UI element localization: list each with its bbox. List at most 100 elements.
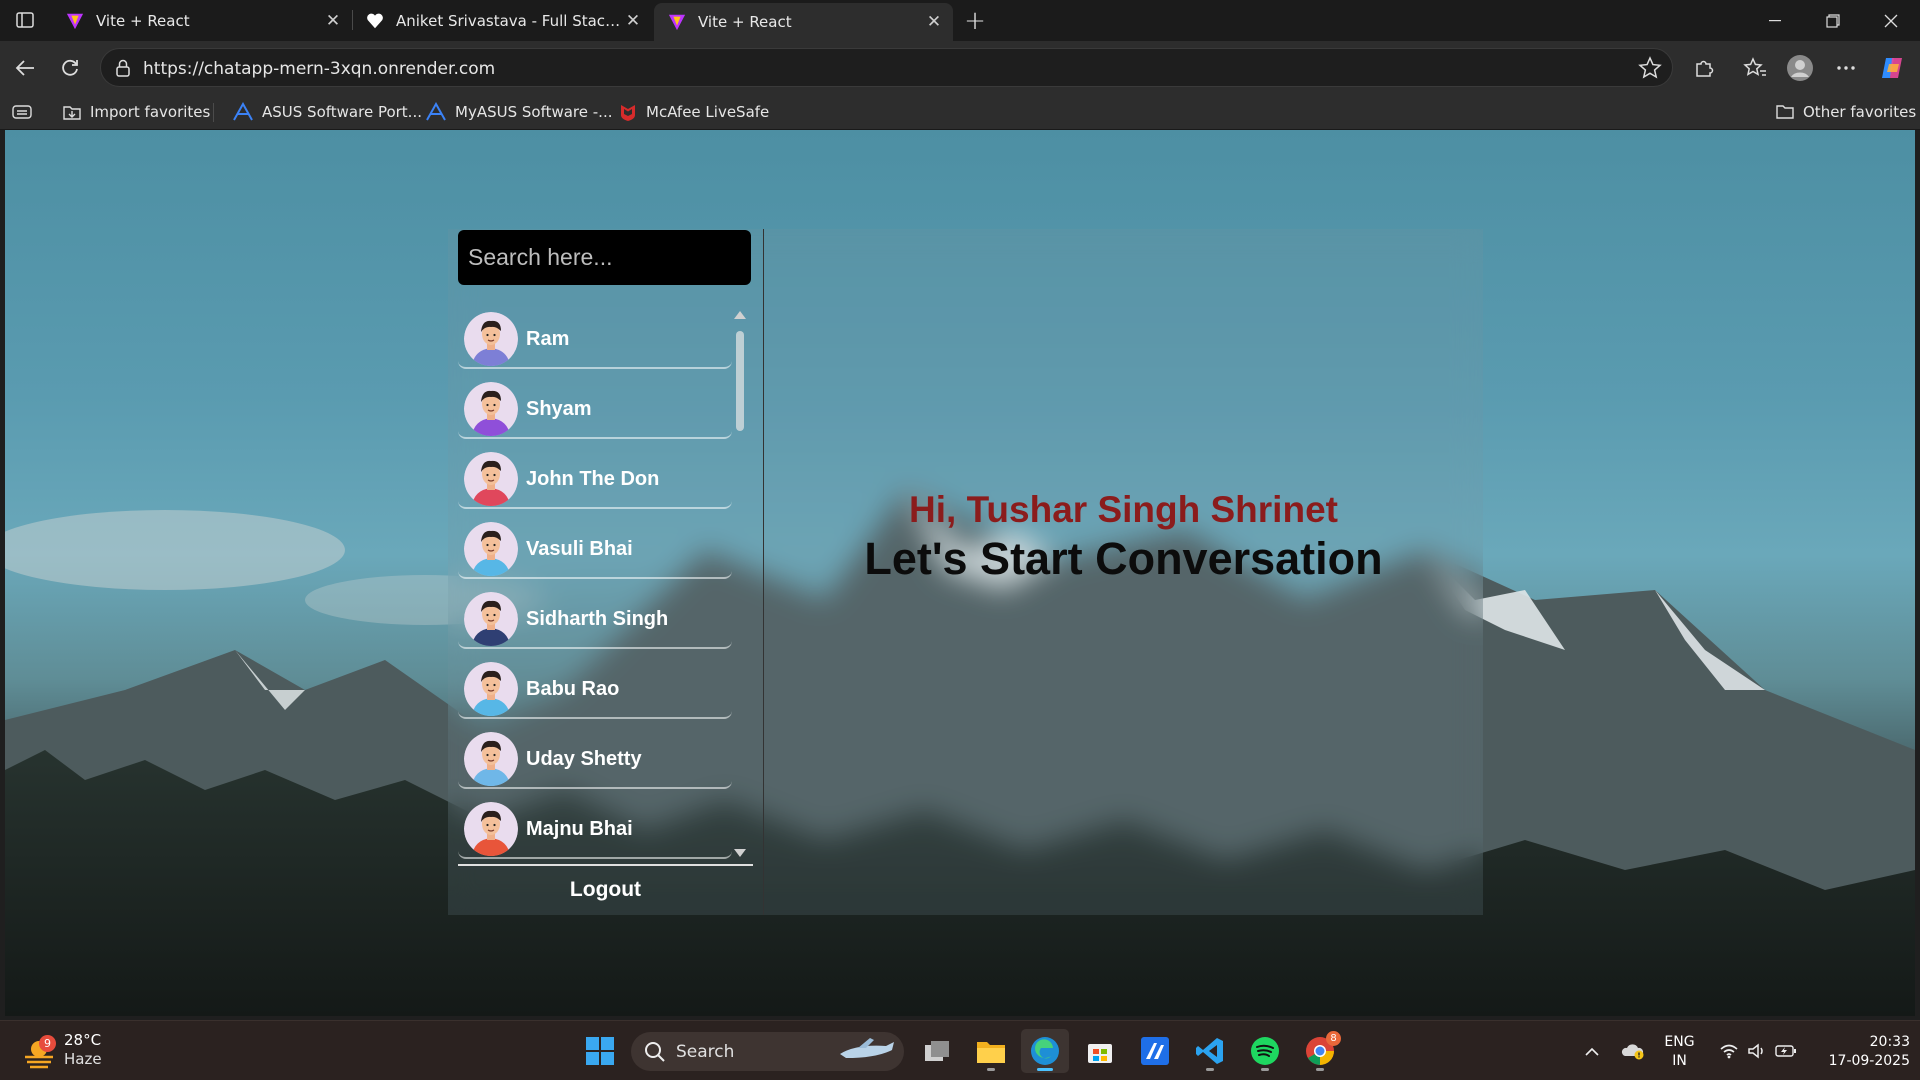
fav-label: ASUS Software Port...	[262, 103, 422, 121]
task-view-button[interactable]	[913, 1029, 961, 1073]
fav-asus-software-portal[interactable]: ASUS Software Port...	[232, 94, 422, 130]
asus-icon	[233, 102, 253, 121]
tab-actions-icon[interactable]	[12, 8, 38, 32]
favorite-star-icon[interactable]	[1638, 56, 1662, 80]
running-indicator	[1206, 1068, 1214, 1071]
import-icon	[63, 106, 81, 120]
windows-taskbar: 9 28°C Haze Search 8 ENG IN 20:33 17-09-…	[0, 1020, 1920, 1080]
back-button[interactable]	[8, 51, 42, 85]
search-highlight-airplane-icon	[840, 1038, 894, 1058]
tab-vite-react-active[interactable]: Vite + React ✕	[654, 3, 953, 41]
more-options-icon[interactable]	[1829, 51, 1863, 85]
contact-name: Majnu Bhai	[526, 817, 633, 840]
start-button[interactable]	[576, 1029, 624, 1073]
vite-icon	[66, 13, 84, 29]
taskbar-vscode[interactable]	[1186, 1029, 1234, 1073]
taskbar-chrome[interactable]: 8	[1296, 1029, 1344, 1073]
running-indicator	[987, 1068, 995, 1071]
tab-title: Vite + React	[96, 11, 190, 30]
refresh-button[interactable]	[53, 51, 87, 85]
contact-item-uday-shetty[interactable]: Uday Shetty	[458, 731, 732, 789]
asus-icon	[426, 102, 446, 121]
close-tab-icon[interactable]: ✕	[624, 11, 642, 31]
taskbar-myasus[interactable]	[1131, 1029, 1179, 1073]
running-indicator	[1316, 1068, 1324, 1071]
search-field[interactable]	[458, 230, 751, 285]
spotify-icon	[1251, 1037, 1279, 1065]
system-clock[interactable]: 20:33 17-09-2025	[1810, 1033, 1910, 1071]
new-tab-button[interactable]: +	[960, 6, 990, 36]
avatar	[464, 732, 518, 786]
favorites-divider	[213, 103, 214, 122]
search-input[interactable]	[468, 244, 741, 271]
fav-mcafee-livesafe[interactable]: McAfee LiveSafe	[618, 94, 769, 130]
contact-name: Uday Shetty	[526, 747, 642, 770]
tab-aniket-portfolio[interactable]: Aniket Srivastava - Full Stack Developer…	[352, 0, 652, 41]
greeting-text: Hi, Tushar Singh Shrinet	[909, 489, 1338, 530]
input-language-indicator[interactable]: ENG IN	[1652, 1033, 1707, 1071]
favorites-bar: Import favorites ASUS Software Port... M…	[0, 94, 1920, 130]
scroll-thumb[interactable]	[736, 331, 744, 431]
quick-settings-tray[interactable]	[1716, 1021, 1800, 1080]
chat-app-container: Ram Shyam John The Don Vasuli Bhai Sidha…	[448, 229, 1483, 915]
taskbar-edge[interactable]	[1021, 1029, 1069, 1073]
weather-badge: 9	[39, 1035, 56, 1052]
taskbar-search[interactable]: Search	[631, 1032, 904, 1071]
taskbar-spotify[interactable]	[1241, 1029, 1289, 1073]
wifi-icon	[1720, 1044, 1738, 1059]
running-indicator	[1261, 1068, 1269, 1071]
contact-item-john-the-don[interactable]: John The Don	[458, 451, 732, 509]
extensions-icon[interactable]	[1687, 51, 1721, 85]
taskbar-microsoft-store[interactable]	[1076, 1029, 1124, 1073]
onedrive-warning-icon	[1621, 1044, 1644, 1060]
scroll-down-arrow-icon[interactable]	[734, 849, 746, 857]
avatar	[464, 522, 518, 576]
microsoft-store-icon	[1088, 1044, 1112, 1063]
contact-list-scrollbar[interactable]	[734, 311, 746, 857]
close-tab-icon[interactable]: ✕	[925, 12, 943, 32]
scroll-up-arrow-icon[interactable]	[734, 311, 746, 319]
address-bar[interactable]: https://chatapp-mern-3xqn.onrender.com	[100, 48, 1673, 87]
tab-vite-react-1[interactable]: Vite + React ✕	[52, 0, 352, 41]
chevron-up-icon	[1585, 1047, 1599, 1056]
site-info-icon[interactable]	[115, 59, 131, 77]
running-indicator	[1037, 1068, 1053, 1071]
logout-button[interactable]: Logout	[458, 874, 753, 906]
file-explorer-icon	[977, 1042, 1005, 1063]
reading-view-icon[interactable]	[12, 94, 40, 130]
person-avatar-icon	[464, 662, 518, 716]
taskbar-file-explorer[interactable]	[967, 1029, 1015, 1073]
fav-import-favorites[interactable]: Import favorites	[62, 94, 210, 130]
copilot-icon[interactable]	[1875, 51, 1909, 85]
fav-label: Import favorites	[90, 103, 211, 121]
clock-date: 17-09-2025	[1828, 1053, 1910, 1069]
browser-tab-strip: Vite + React ✕ Aniket Srivastava - Full …	[0, 0, 1920, 41]
language-line1: ENG	[1664, 1034, 1695, 1050]
weather-widget[interactable]: 9 28°C Haze	[22, 1029, 132, 1073]
favorites-icon[interactable]	[1738, 51, 1772, 85]
fav-other-favorites[interactable]: Other favorites	[1775, 94, 1916, 130]
contact-item-babu-rao[interactable]: Babu Rao	[458, 661, 732, 719]
contact-item-shyam[interactable]: Shyam	[458, 381, 732, 439]
fav-myasus-software[interactable]: MyASUS Software -...	[425, 94, 612, 130]
contact-item-ram[interactable]: Ram	[458, 311, 732, 369]
contacts-sidebar: Ram Shyam John The Don Vasuli Bhai Sidha…	[448, 229, 764, 915]
chrome-notification-badge: 8	[1326, 1031, 1341, 1046]
show-hidden-icons-button[interactable]	[1580, 1021, 1604, 1080]
profile-avatar-icon[interactable]	[1783, 51, 1817, 85]
language-line2: IN	[1672, 1053, 1687, 1069]
logout-divider	[458, 864, 753, 866]
contact-name: Babu Rao	[526, 677, 620, 700]
contact-item-majnu-bhai[interactable]: Majnu Bhai	[458, 801, 732, 859]
onedrive-tray[interactable]	[1618, 1021, 1648, 1080]
close-window-button[interactable]	[1862, 0, 1920, 41]
person-avatar-icon	[464, 312, 518, 366]
close-tab-icon[interactable]: ✕	[324, 11, 342, 31]
contact-item-sidharth-singh[interactable]: Sidharth Singh	[458, 591, 732, 649]
contact-item-vasuli-bhai[interactable]: Vasuli Bhai	[458, 521, 732, 579]
person-avatar-icon	[464, 802, 518, 856]
restore-button[interactable]	[1804, 0, 1862, 41]
url-text[interactable]: https://chatapp-mern-3xqn.onrender.com	[143, 59, 495, 79]
minimize-button[interactable]	[1746, 0, 1804, 41]
tab-title: Aniket Srivastava - Full Stack Developer	[396, 11, 624, 30]
